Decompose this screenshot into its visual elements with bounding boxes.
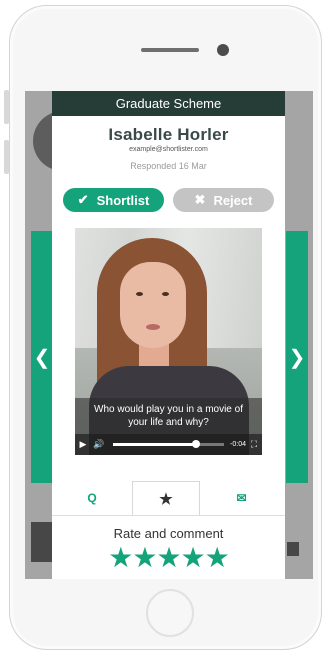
- review-tabs: Q ★ ✉: [52, 481, 285, 516]
- video-progress-track[interactable]: [113, 440, 225, 448]
- fullscreen-icon[interactable]: ⛶: [246, 439, 262, 450]
- question-line-2: your life and why?: [128, 417, 209, 428]
- candidate-email: example@shortlister.com: [129, 146, 208, 153]
- eye: [136, 292, 143, 296]
- volume-icon[interactable]: 🔊: [91, 439, 107, 450]
- responded-date: Responded 16 Mar: [130, 161, 207, 171]
- envelope-icon: ✉: [236, 491, 247, 505]
- candidate-card: Graduate Scheme Isabelle Horler example@…: [52, 91, 285, 579]
- video-progress-handle[interactable]: [192, 440, 201, 448]
- tab-questions[interactable]: Q: [52, 481, 132, 515]
- decision-actions: ✔ Shortlist ✖ Reject: [63, 188, 274, 212]
- background-block: [287, 542, 299, 556]
- phone-camera: [217, 44, 229, 56]
- prev-candidate-button[interactable]: ❮: [31, 231, 53, 483]
- rate-title: Rate and comment: [113, 526, 224, 541]
- chevron-right-icon: ❯: [288, 346, 306, 369]
- chevron-left-icon: ❮: [33, 346, 51, 369]
- star-icon: ★: [159, 491, 173, 508]
- candidate-name: Isabelle Horler: [108, 125, 229, 144]
- star-rating[interactable]: ★★★★★: [52, 543, 285, 573]
- question-line-1: Who would play you in a movie of: [94, 404, 243, 415]
- shortlist-button[interactable]: ✔ Shortlist: [63, 188, 164, 212]
- home-button[interactable]: [146, 589, 194, 637]
- video-progress-fill: [113, 443, 197, 446]
- video-subject-face: [120, 262, 186, 348]
- time-remaining: -0:04: [230, 441, 246, 448]
- check-icon: ✔: [77, 192, 89, 207]
- next-candidate-button[interactable]: ❯: [286, 231, 308, 483]
- question-caption: Who would play you in a movie of your li…: [75, 398, 262, 434]
- app-screen: ❮ ❯ Graduate Scheme Isabelle Horler exam…: [25, 91, 313, 579]
- questions-icon: Q: [87, 491, 97, 505]
- reject-button[interactable]: ✖ Reject: [173, 188, 274, 212]
- rating-panel: Rate and comment ★★★★★: [52, 515, 285, 579]
- reject-label: Reject: [213, 192, 253, 208]
- tab-rate[interactable]: ★: [132, 481, 200, 516]
- mouth: [146, 324, 160, 330]
- phone-speaker: [141, 48, 199, 52]
- shortlist-label: Shortlist: [96, 192, 150, 208]
- video-player[interactable]: Who would play you in a movie of your li…: [75, 228, 262, 455]
- play-icon[interactable]: ▶: [75, 439, 91, 450]
- job-title-header: Graduate Scheme: [52, 91, 285, 116]
- close-icon: ✖: [194, 192, 206, 207]
- eye: [162, 292, 169, 296]
- tab-message[interactable]: ✉: [198, 481, 285, 515]
- video-controls: ▶ 🔊 -0:04 ⛶: [75, 434, 262, 455]
